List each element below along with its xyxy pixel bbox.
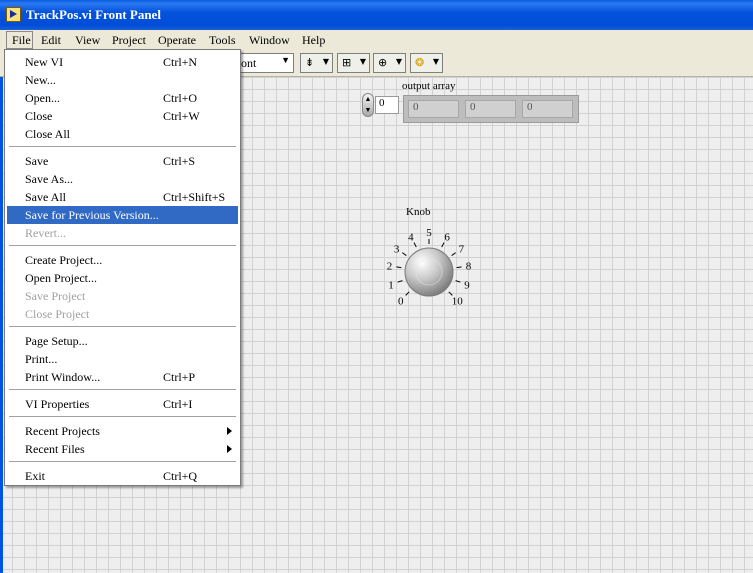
menu-operate[interactable]: Operate [158, 33, 196, 48]
chevron-down-icon: ▼ [281, 55, 290, 65]
menu-item-close[interactable]: Close Ctrl+W [7, 107, 238, 125]
distribute-icon: ⊞ [342, 56, 352, 69]
labview-vi-icon[interactable] [6, 7, 21, 22]
menu-item-open-project[interactable]: Open Project... [7, 269, 238, 287]
menu-item-open[interactable]: Open... Ctrl+O [7, 89, 238, 107]
menu-help[interactable]: Help [302, 33, 325, 48]
chevron-down-icon: ▼ [322, 57, 329, 66]
align-icon: ⇟ [305, 56, 315, 69]
menu-item-save-as[interactable]: Save As... [7, 170, 238, 188]
knob-scale-label: 8 [466, 261, 472, 273]
menu-item-save[interactable]: Save Ctrl+S [7, 152, 238, 170]
menu-item-new[interactable]: New... [7, 71, 238, 89]
knob-scale-label: 9 [464, 279, 470, 291]
knob-label: Knob [406, 206, 431, 218]
chevron-down-icon: ▼ [395, 57, 402, 66]
title-bar: TrackPos.vi Front Panel [0, 0, 753, 30]
menu-window[interactable]: Window [249, 33, 290, 48]
distribute-objects-button[interactable]: ⊞ ▼ [337, 53, 370, 73]
knob-control[interactable]: 01 234 5 678 910 [380, 222, 480, 314]
array-index-spinner[interactable]: ▲ ▼ [362, 93, 374, 117]
submenu-arrow-icon [227, 427, 232, 435]
menu-item-recent-files[interactable]: Recent Files [7, 440, 238, 458]
menu-item-save-for-previous-version[interactable]: Save for Previous Version... [7, 206, 238, 224]
knob-tick [397, 280, 403, 283]
knob-scale-label: 4 [408, 231, 414, 243]
menu-item-exit[interactable]: Exit Ctrl+Q [7, 467, 238, 485]
knob-tick [405, 291, 410, 296]
menu-item-revert: Revert... [25, 226, 66, 240]
menu-project[interactable]: Project [112, 33, 146, 48]
menu-separator [9, 245, 236, 247]
knob-scale-label: 6 [444, 231, 450, 243]
menu-separator [9, 416, 236, 418]
output-array-label: output array [402, 80, 456, 92]
menu-item-create-project[interactable]: Create Project... [7, 251, 238, 269]
menu-item-save-project: Save Project [25, 289, 86, 303]
menu-item-close-project: Close Project [25, 307, 90, 321]
chevron-down-icon: ▼ [432, 57, 439, 66]
knob-tick [455, 280, 461, 283]
knob-tick [451, 252, 456, 256]
knob-tick [413, 242, 417, 248]
menu-item-print[interactable]: Print... [7, 350, 238, 368]
knob-scale-label: 1 [388, 279, 394, 291]
menu-item-new-vi[interactable]: New VI Ctrl+N [7, 53, 238, 71]
knob-tick [456, 266, 462, 269]
reorder-icon: ❂ [415, 56, 425, 69]
menu-separator [9, 146, 236, 148]
menu-tools[interactable]: Tools [209, 33, 236, 48]
knob-tick [402, 252, 407, 256]
knob-scale-label: 2 [387, 261, 393, 273]
knob-scale-label: 10 [452, 295, 464, 307]
array-index-field[interactable]: 0 [375, 96, 399, 114]
chevron-down-icon: ▼ [359, 57, 366, 66]
array-element[interactable]: 0 [465, 100, 516, 118]
file-menu-dropdown: New VI Ctrl+N New... Open... Ctrl+O Close C… [4, 49, 241, 486]
output-array: 0 0 0 [403, 95, 579, 123]
window-left-border [0, 77, 3, 573]
align-objects-button[interactable]: ⇟ ▼ [300, 53, 333, 73]
reorder-button[interactable]: ❂ ▼ [410, 53, 443, 73]
knob-dial[interactable] [404, 247, 454, 297]
menu-item-print-window[interactable]: Print Window... Ctrl+P [7, 368, 238, 386]
text-settings-dropdown[interactable]: ont ▼ [234, 53, 294, 73]
window-title: TrackPos.vi Front Panel [26, 7, 161, 22]
knob-tick [396, 266, 402, 269]
menu-separator [9, 389, 236, 391]
submenu-arrow-icon [227, 445, 232, 453]
menu-item-recent-projects[interactable]: Recent Projects [7, 422, 238, 440]
knob-scale-label: 0 [398, 295, 404, 307]
resize-objects-button[interactable]: ⊕ ▼ [373, 53, 406, 73]
menu-item-vi-properties[interactable]: VI Properties Ctrl+I [7, 395, 238, 413]
menu-view[interactable]: View [75, 33, 100, 48]
array-element[interactable]: 0 [522, 100, 573, 118]
knob-scale-label: 5 [426, 227, 432, 239]
menu-item-close-all[interactable]: Close All [7, 125, 238, 143]
resize-icon: ⊕ [378, 56, 388, 69]
knob-scale-label: 7 [459, 243, 465, 255]
menu-separator [9, 326, 236, 328]
knob-scale-label: 3 [394, 243, 400, 255]
font-label: ont [241, 56, 257, 70]
menu-file[interactable]: File [12, 33, 31, 48]
menu-edit[interactable]: Edit [41, 33, 61, 48]
menu-item-save-all[interactable]: Save All Ctrl+Shift+S [7, 188, 238, 206]
array-element[interactable]: 0 [408, 100, 459, 118]
menu-item-page-setup[interactable]: Page Setup... [7, 332, 238, 350]
menu-separator [9, 461, 236, 463]
